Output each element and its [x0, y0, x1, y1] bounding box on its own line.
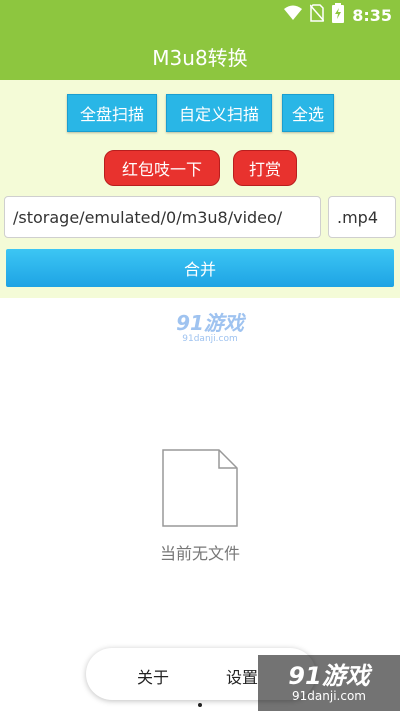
wifi-icon	[284, 5, 303, 25]
merge-button[interactable]: 合并	[6, 249, 394, 287]
scan-all-button[interactable]: 全盘扫描	[67, 94, 157, 132]
battery-icon	[332, 3, 345, 27]
brand-watermark: 91游戏 91danji.com	[258, 655, 400, 711]
status-bar: 8:35	[0, 0, 400, 32]
watermark-logo: 91游戏 91danji.com	[160, 312, 260, 348]
status-icons: 8:35	[284, 3, 392, 27]
path-input[interactable]: /storage/emulated/0/m3u8/video/	[4, 196, 321, 238]
select-all-button[interactable]: 全选	[282, 94, 334, 132]
brand-url: 91danji.com	[292, 689, 366, 703]
empty-state-text: 当前无文件	[159, 544, 240, 563]
watermark-url: 91danji.com	[182, 334, 238, 344]
clock: 8:35	[352, 5, 392, 25]
red-packet-button[interactable]: 红包吱一下	[104, 150, 220, 186]
app-title: M3u8转换	[0, 32, 400, 80]
page-indicator-dot	[198, 703, 202, 707]
watermark-title: 91游戏	[176, 311, 244, 335]
nav-settings[interactable]: 设置	[226, 664, 258, 688]
no-sim-icon	[309, 4, 325, 26]
brand-title: 91游戏	[288, 662, 370, 690]
nav-about[interactable]: 关于	[137, 664, 169, 688]
custom-scan-button[interactable]: 自定义扫描	[166, 94, 272, 132]
tip-button[interactable]: 打赏	[233, 150, 297, 186]
extension-input[interactable]: .mp4	[328, 196, 396, 238]
empty-file-icon	[162, 449, 238, 531]
